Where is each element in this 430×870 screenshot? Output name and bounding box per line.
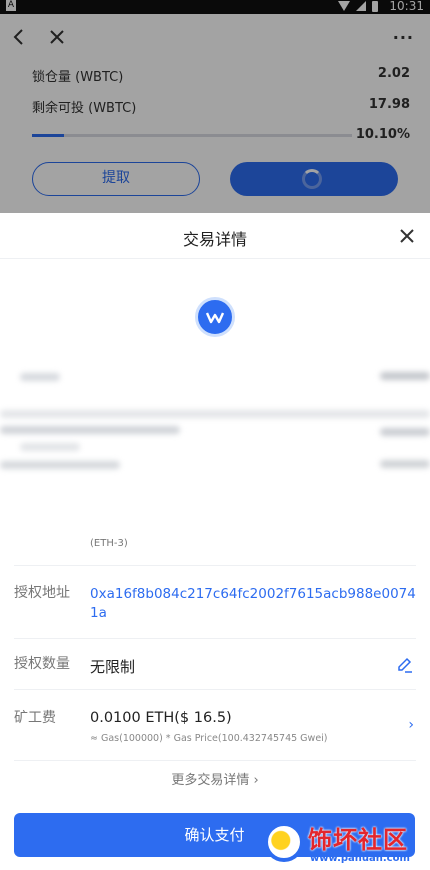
fee-detail: ≈ Gas(100000) * Gas Price(100.432745745 … — [90, 733, 328, 744]
redacted-stripe — [0, 426, 180, 434]
sheet-close-icon[interactable] — [398, 227, 416, 245]
redacted-stripe — [380, 428, 430, 436]
redacted-stripe — [20, 443, 80, 451]
watermark: 饰坏社区 www.pañuan.com — [262, 818, 430, 870]
watermark-logo-icon — [264, 822, 304, 862]
auth-amount-label: 授权数量 — [14, 656, 70, 672]
auth-address-value[interactable]: 0xa16f8b084c217c64fc2002f7615acb988e0074… — [90, 585, 420, 623]
redacted-stripe — [0, 410, 430, 418]
divider — [0, 258, 430, 259]
edit-pencil-icon[interactable] — [396, 656, 414, 674]
token-logo-icon — [195, 297, 235, 337]
transaction-details-sheet: 交易详情 (ETH-3) 授权地址 0xa16f8b084c217c64fc20… — [0, 213, 430, 870]
watermark-text: 饰坏社区 — [308, 826, 408, 854]
chevron-right-icon[interactable]: › — [408, 717, 414, 733]
dim-overlay[interactable] — [0, 0, 430, 215]
fee-label: 矿工费 — [14, 710, 56, 726]
redacted-stripe — [20, 373, 60, 381]
divider — [14, 760, 416, 761]
fee-value: 0.0100 ETH($ 16.5) — [90, 710, 232, 726]
auth-amount-value: 无限制 — [90, 658, 136, 676]
divider — [14, 638, 416, 639]
divider — [14, 565, 416, 566]
redacted-stripe — [0, 461, 120, 469]
more-details-link[interactable]: 更多交易详情 › — [0, 769, 430, 788]
token-network-label: (ETH-3) — [90, 538, 128, 549]
redacted-stripe — [380, 372, 430, 380]
redacted-content — [0, 348, 430, 533]
auth-address-label: 授权地址 — [14, 585, 70, 601]
watermark-url: www.pañuan.com — [310, 853, 410, 864]
redacted-stripe — [380, 460, 430, 468]
divider — [14, 689, 416, 690]
sheet-title: 交易详情 — [182, 230, 247, 249]
